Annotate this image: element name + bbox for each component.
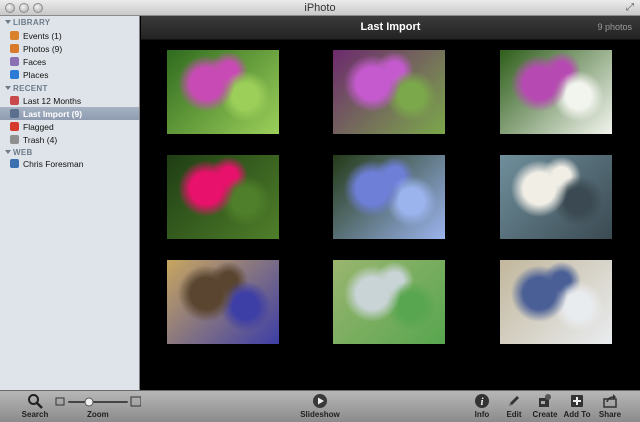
section-header-library[interactable]: LIBRARY <box>5 18 50 27</box>
zoom-track <box>68 401 128 403</box>
sidebar-item-label: Places <box>23 69 49 80</box>
sidebar-item-label: Chris Foresman <box>23 158 84 169</box>
share-icon <box>603 394 617 408</box>
edit-label: Edit <box>506 410 522 419</box>
create-icon <box>539 394 551 407</box>
photo-grid <box>141 40 640 390</box>
fullscreen-icon[interactable]: ⤢ <box>626 2 634 13</box>
flag-icon <box>10 122 19 131</box>
window-title: iPhoto <box>304 2 336 14</box>
sidebar-item-trash[interactable]: Trash (4) <box>0 133 139 146</box>
section-label: WEB <box>13 148 33 157</box>
share-button[interactable]: Share <box>590 392 630 422</box>
search-icon <box>28 394 43 409</box>
photo-thumbnail[interactable] <box>333 260 445 344</box>
section-header-web[interactable]: WEB <box>5 148 33 157</box>
section-label: RECENT <box>13 84 48 93</box>
sidebar-item-label: Flagged <box>23 121 54 132</box>
sidebar-item-label: Last Import (9) <box>23 108 83 119</box>
slideshow-label: Slideshow <box>300 410 340 419</box>
disclosure-triangle-icon <box>5 150 11 154</box>
events-icon <box>10 31 19 40</box>
sidebar-item-web-album[interactable]: Chris Foresman <box>0 157 139 170</box>
photo-thumbnail[interactable] <box>167 50 279 134</box>
zoom-label: Zoom <box>87 410 109 419</box>
photo-thumbnail[interactable] <box>500 155 612 239</box>
section-label: LIBRARY <box>13 18 51 27</box>
sidebar-item-label: Last 12 Months <box>23 95 82 106</box>
share-label: Share <box>598 410 622 419</box>
photo-thumbnail[interactable] <box>500 50 612 134</box>
add-to-icon <box>571 395 583 407</box>
search-label: Search <box>21 410 49 419</box>
info-icon: i <box>475 394 489 408</box>
iphoto-window: iPhoto ⤢ LIBRARY Events (1) Photos (9) Fac… <box>0 0 640 422</box>
search-button[interactable]: Search <box>15 392 55 422</box>
pencil-icon <box>509 396 519 406</box>
section-header-recent[interactable]: RECENT <box>5 84 48 93</box>
photo-thumbnail[interactable] <box>333 50 445 134</box>
sidebar-item-flag[interactable]: Flagged <box>0 120 139 133</box>
photo-thumbnail[interactable] <box>167 155 279 239</box>
photo-thumbnail[interactable] <box>333 155 445 239</box>
disclosure-triangle-icon <box>5 86 11 90</box>
add-to-label: Add To <box>563 410 591 419</box>
create-label: Create <box>532 410 558 419</box>
clock-icon <box>10 109 19 118</box>
photo-thumbnail[interactable] <box>500 260 612 344</box>
sidebar-item-label: Events (1) <box>23 30 62 41</box>
sidebar-item-clock[interactable]: Last Import (9) <box>0 107 139 120</box>
content-header: Last Import 9 photos <box>141 16 640 40</box>
title-bar: iPhoto ⤢ <box>0 0 640 16</box>
photo-count: 9 photos <box>597 22 632 32</box>
trash-icon <box>10 135 19 144</box>
sidebar-item-label: Faces <box>23 56 47 67</box>
zoom-knob[interactable] <box>84 397 94 407</box>
photo-thumbnail[interactable] <box>167 260 279 344</box>
sidebar-item-places[interactable]: Places <box>0 68 139 81</box>
places-icon <box>10 70 19 79</box>
sidebar-item-events[interactable]: Events (1) <box>0 29 139 42</box>
sidebar-item-calendar[interactable]: Last 12 Months <box>0 94 139 107</box>
album-title: Last Import <box>360 21 421 33</box>
sidebar-item-label: Photos (9) <box>23 43 63 54</box>
web-album-icon <box>10 159 19 168</box>
bottom-toolbar: Search Zoom Slideshow i Info Edit Create <box>0 390 640 422</box>
sidebar-item-faces[interactable]: Faces <box>0 55 139 68</box>
photos-icon <box>10 44 19 53</box>
faces-icon <box>10 57 19 66</box>
sidebar-item-photos[interactable]: Photos (9) <box>0 42 139 55</box>
small-photo-icon <box>55 397 65 406</box>
zoom-slider[interactable] <box>55 396 141 408</box>
play-icon <box>313 394 327 408</box>
source-list-sidebar: LIBRARY Events (1) Photos (9) Faces Places … <box>0 16 140 390</box>
calendar-icon <box>10 96 19 105</box>
disclosure-triangle-icon <box>5 20 11 24</box>
sidebar-item-label: Trash (4) <box>23 134 58 145</box>
info-label: Info <box>474 410 490 419</box>
large-photo-icon <box>130 396 141 407</box>
slideshow-button[interactable]: Slideshow <box>300 392 340 422</box>
